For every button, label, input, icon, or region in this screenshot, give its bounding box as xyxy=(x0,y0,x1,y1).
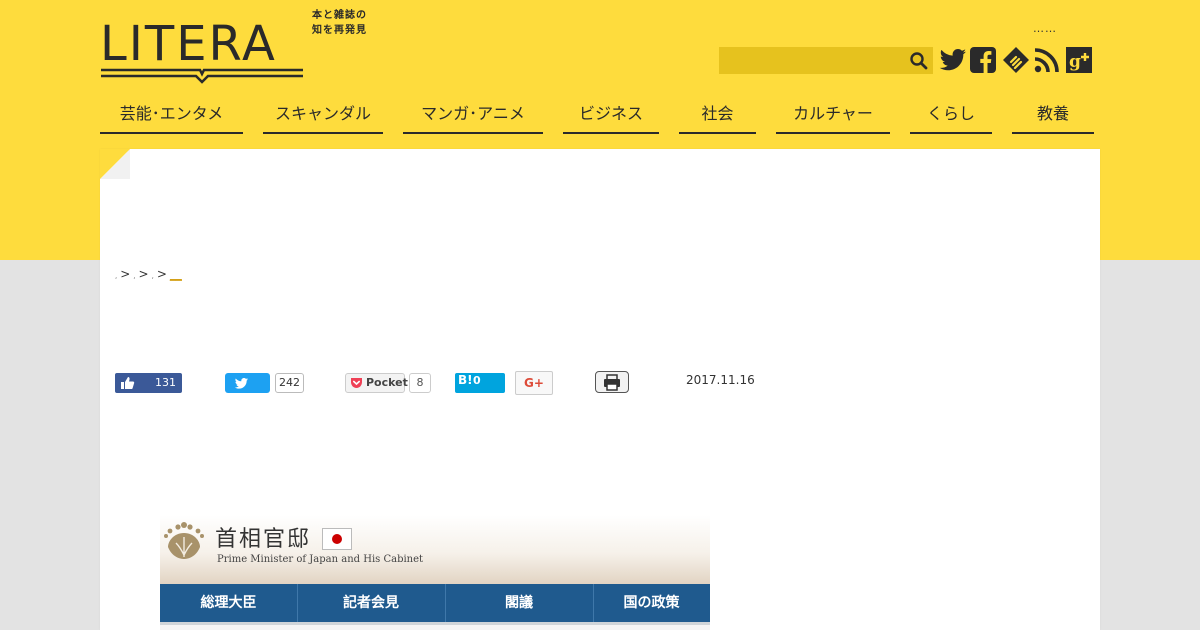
kantei-nav: 総理大臣 記者会見 閣議 国の政策 xyxy=(160,584,710,622)
nav-item-scandal[interactable]: スキャンダル xyxy=(263,96,383,134)
japan-flag-icon xyxy=(322,528,352,550)
breadcrumb-link-category[interactable]: , xyxy=(133,272,135,280)
feedly-icon[interactable] xyxy=(1001,45,1031,75)
breadcrumb-sep: > xyxy=(156,267,167,281)
main-nav: 芸能･エンタメ スキャンダル マンガ･アニメ ビジネス 社会 カルチャー くらし… xyxy=(100,96,1100,136)
paulownia-crest-icon xyxy=(164,522,204,559)
logo-book-icon xyxy=(101,68,303,84)
nav-item-lifestyle[interactable]: くらし xyxy=(910,96,992,134)
kantei-nav-press: 記者会見 xyxy=(297,584,446,622)
breadcrumb-current[interactable]: __ xyxy=(170,267,182,281)
print-button[interactable] xyxy=(595,371,629,393)
kantei-title: 首相官邸 xyxy=(215,527,312,552)
thumbs-up-icon xyxy=(121,377,135,389)
logo-text: LITERA xyxy=(100,16,277,72)
nav-item-manga-anime[interactable]: マンガ･アニメ xyxy=(403,96,543,134)
facebook-icon[interactable] xyxy=(968,45,998,75)
article-card: , >, >, > __ 131 242 Pocket 8 B! 0 G+ 201 xyxy=(100,149,1100,630)
facebook-like-count: 131 xyxy=(155,376,176,389)
kantei-nav-cabinet: 閣議 xyxy=(445,584,594,622)
header-dots: …… xyxy=(1033,22,1057,35)
kantei-subnav xyxy=(160,622,710,630)
pocket-count: 8 xyxy=(409,373,431,393)
hatena-bookmark-button[interactable]: B! 0 xyxy=(455,373,505,393)
kantei-nav-policy: 国の政策 xyxy=(623,595,680,611)
breadcrumb-sep: > xyxy=(120,267,131,281)
article-date: 2017.11.16 xyxy=(686,373,755,387)
breadcrumb-link-sub[interactable]: , xyxy=(152,272,154,280)
rss-icon[interactable] xyxy=(1032,45,1062,75)
pocket-icon xyxy=(351,378,362,388)
pocket-button[interactable]: Pocket xyxy=(345,373,408,393)
search-box xyxy=(719,47,933,74)
tweet-count: 242 xyxy=(275,373,304,393)
twitter-bird-icon xyxy=(234,378,248,389)
breadcrumb-sep: > xyxy=(138,267,149,281)
article-image: 首相官邸 Prime Minister of Japan and His Cab… xyxy=(160,515,710,630)
breadcrumb: , >, >, > __ xyxy=(115,267,182,281)
page-fold xyxy=(100,149,130,179)
nav-item-entertainment[interactable]: 芸能･エンタメ xyxy=(100,96,243,134)
svg-text:g: g xyxy=(1069,52,1081,72)
nav-item-culture[interactable]: カルチャー xyxy=(776,96,890,134)
logo-tagline: 本と雑誌の 知を再発見 xyxy=(312,8,367,38)
pocket-label: Pocket xyxy=(366,376,408,389)
kantei-nav-prime-minister: 総理大臣 xyxy=(160,584,298,622)
nav-item-society[interactable]: 社会 xyxy=(679,96,756,134)
nav-item-business[interactable]: ビジネス xyxy=(563,96,659,134)
tweet-button[interactable] xyxy=(225,373,270,393)
kantei-subtitle: Prime Minister of Japan and His Cabinet xyxy=(217,554,424,565)
kantei-header: 首相官邸 Prime Minister of Japan and His Cab… xyxy=(160,515,710,584)
site-logo[interactable]: LITERA 本と雑誌の 知を再発見 xyxy=(100,10,380,88)
breadcrumb-link-home[interactable]: , xyxy=(115,272,117,280)
hatena-label: B! xyxy=(458,373,473,387)
search-icon[interactable] xyxy=(909,51,929,71)
printer-icon xyxy=(604,374,620,391)
google-plus-button[interactable]: G+ xyxy=(515,371,553,395)
hatena-count: 0 xyxy=(473,374,481,387)
google-plus-icon[interactable]: g xyxy=(1064,45,1094,75)
twitter-icon[interactable] xyxy=(938,45,968,75)
search-input[interactable] xyxy=(719,47,911,74)
facebook-like-button[interactable]: 131 xyxy=(115,373,182,393)
nav-item-education[interactable]: 教養 xyxy=(1012,96,1094,134)
tagline-line1: 本と雑誌の xyxy=(312,10,367,21)
tagline-line2: 知を再発見 xyxy=(312,25,367,36)
